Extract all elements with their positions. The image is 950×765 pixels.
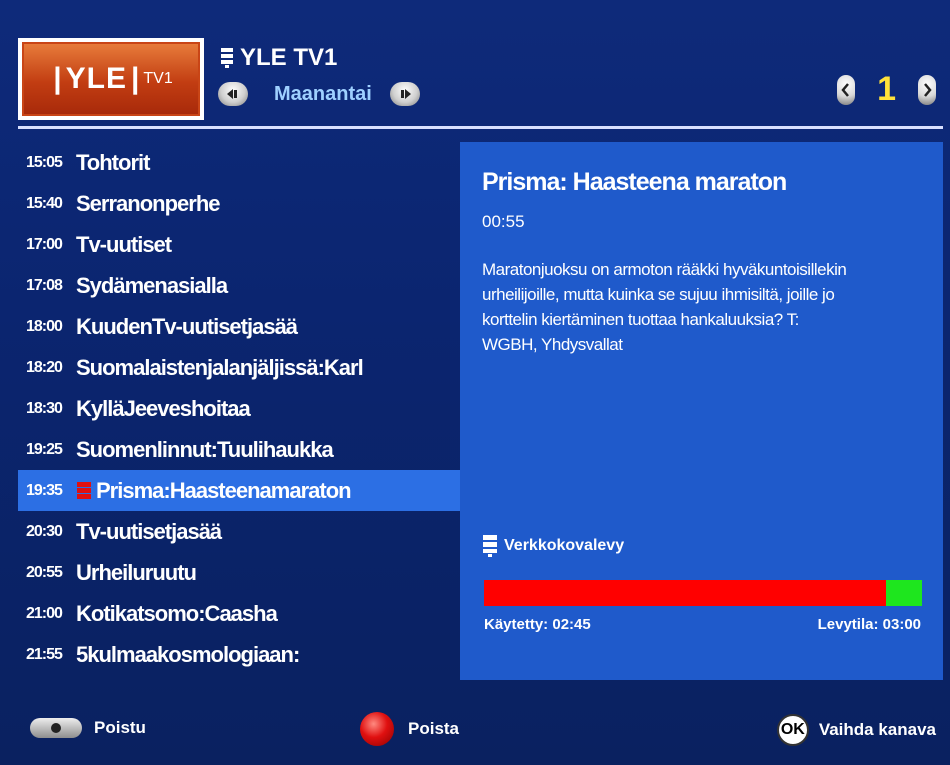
arrow-right-icon [400, 89, 411, 99]
storage-used-label: Käytetty: 02:45 [484, 616, 591, 633]
program-title: KuudenTv-uutisetjasää [76, 313, 298, 339]
program-title: Suomalaistenjalanjäljissä:Karl [76, 354, 364, 380]
program-time: 18:20 [26, 358, 63, 376]
program-title: Suomenlinnut:Tuulihaukka [76, 436, 334, 462]
program-time: 20:30 [26, 522, 63, 540]
program-row[interactable]: 19:35 Prisma:Haasteenamaraton [18, 470, 460, 511]
channel-name: YLE TV1 [240, 44, 338, 71]
storage-total-label: Levytila: 03:00 [817, 616, 921, 633]
arrow-left-icon [227, 89, 237, 99]
program-time: 15:05 [26, 153, 63, 171]
next-page-button[interactable] [918, 74, 936, 105]
program-row[interactable]: 18:20 Suomalaistenjalanjäljissä:Karl [18, 347, 460, 388]
program-duration: 00:55 [482, 212, 525, 231]
program-row[interactable]: 17:08 Sydämenasialla [18, 265, 460, 306]
program-time: 20:55 [26, 563, 63, 581]
storage-label: Verkkokovalevy [504, 537, 625, 554]
previous-page-button[interactable] [837, 74, 856, 105]
delete-label: Poista [408, 719, 460, 738]
chevron-right-icon [924, 82, 932, 97]
program-time: 19:35 [26, 481, 63, 499]
header: | YLE | TV1 YLE TV1 Maanantai 1 [0, 0, 950, 129]
program-row[interactable]: 15:40 Serranonperhe [18, 183, 460, 224]
previous-day-button[interactable] [218, 82, 248, 106]
program-description: Maratonjuoksu on armoton rääkki hyväkunt… [482, 260, 847, 354]
program-time: 21:00 [26, 604, 63, 622]
program-title: Tv-uutiset [76, 231, 172, 257]
logo-sub: TV1 [143, 70, 173, 87]
program-title: KylläJeeveshoitaa [76, 395, 251, 421]
header-divider [18, 126, 943, 129]
program-time: 19:25 [26, 440, 63, 458]
program-title: Tv-uutisetjasää [76, 518, 222, 544]
program-row[interactable]: 17:00 Tv-uutiset [18, 224, 460, 265]
program-title: Serranonperhe [76, 190, 220, 216]
program-title: 5kulmaakosmologiaan: [76, 641, 300, 667]
program-title: Prisma:Haasteenamaraton [96, 477, 352, 503]
exit-button[interactable]: Poistu [30, 718, 146, 738]
channel-title: YLE TV1 [220, 44, 337, 72]
exit-label: Poistu [94, 718, 146, 737]
day-selector: Maanantai [218, 82, 420, 106]
program-row[interactable]: 20:30 Tv-uutisetjasää [18, 511, 460, 552]
program-title: Sydämenasialla [76, 272, 228, 298]
program-row[interactable]: 15:05 Tohtorit [18, 142, 460, 183]
next-day-button[interactable] [389, 82, 420, 106]
storage-usage-bar [484, 580, 922, 606]
program-row[interactable]: 19:25 Suomenlinnut:Tuulihaukka [18, 429, 460, 470]
program-list: 15:05 Tohtorit 15:40 Serranonperhe 17:00 Tv-u… [18, 142, 460, 675]
recording-icon [77, 481, 91, 499]
program-details-panel: Prisma: Haasteena maraton 00:55 Maratonj… [460, 142, 943, 680]
footer: Poistu Poista OK Vaihda kanava [0, 700, 950, 760]
network-drive-icon [483, 535, 497, 557]
hard-drive-icon [221, 48, 233, 68]
program-row[interactable]: 18:00 KuudenTv-uutisetjasää [18, 306, 460, 347]
program-time: 18:30 [26, 399, 63, 417]
program-row[interactable]: 21:00 Kotikatsomo:Caasha [18, 593, 460, 634]
program-time: 17:00 [26, 235, 63, 253]
program-time: 15:40 [26, 194, 63, 212]
delete-button[interactable]: Poista [360, 712, 459, 746]
page-number: 1 [877, 70, 896, 108]
storage-used-fill [484, 580, 886, 606]
program-row[interactable]: 20:55 Urheiluruutu [18, 552, 460, 593]
day-label: Maanantai [274, 82, 372, 105]
channel-logo: | YLE | TV1 [18, 38, 204, 120]
program-title: Urheiluruutu [76, 559, 197, 585]
page-navigation: 1 [837, 70, 936, 109]
chevron-left-icon [841, 82, 850, 97]
program-time: 18:00 [26, 317, 63, 335]
program-time: 21:55 [26, 645, 63, 663]
storage-label-row: Verkkokovalevy [482, 534, 624, 558]
program-row[interactable]: 18:30 KylläJeeveshoitaa [18, 388, 460, 429]
back-key-icon [30, 718, 82, 738]
red-key-icon [360, 712, 394, 746]
program-title: Prisma: Haasteena maraton [482, 168, 787, 196]
ok-key-icon: OK [776, 714, 809, 746]
program-row[interactable]: 21:55 5kulmaakosmologiaan: [18, 634, 460, 675]
program-title: Kotikatsomo:Caasha [76, 600, 278, 626]
program-time: 17:08 [26, 276, 63, 294]
change-channel-button[interactable]: OK Vaihda kanava [776, 714, 936, 746]
program-title: Tohtorit [76, 149, 150, 175]
change-channel-label: Vaihda kanava [818, 720, 936, 739]
logo-brand: YLE [65, 62, 127, 95]
